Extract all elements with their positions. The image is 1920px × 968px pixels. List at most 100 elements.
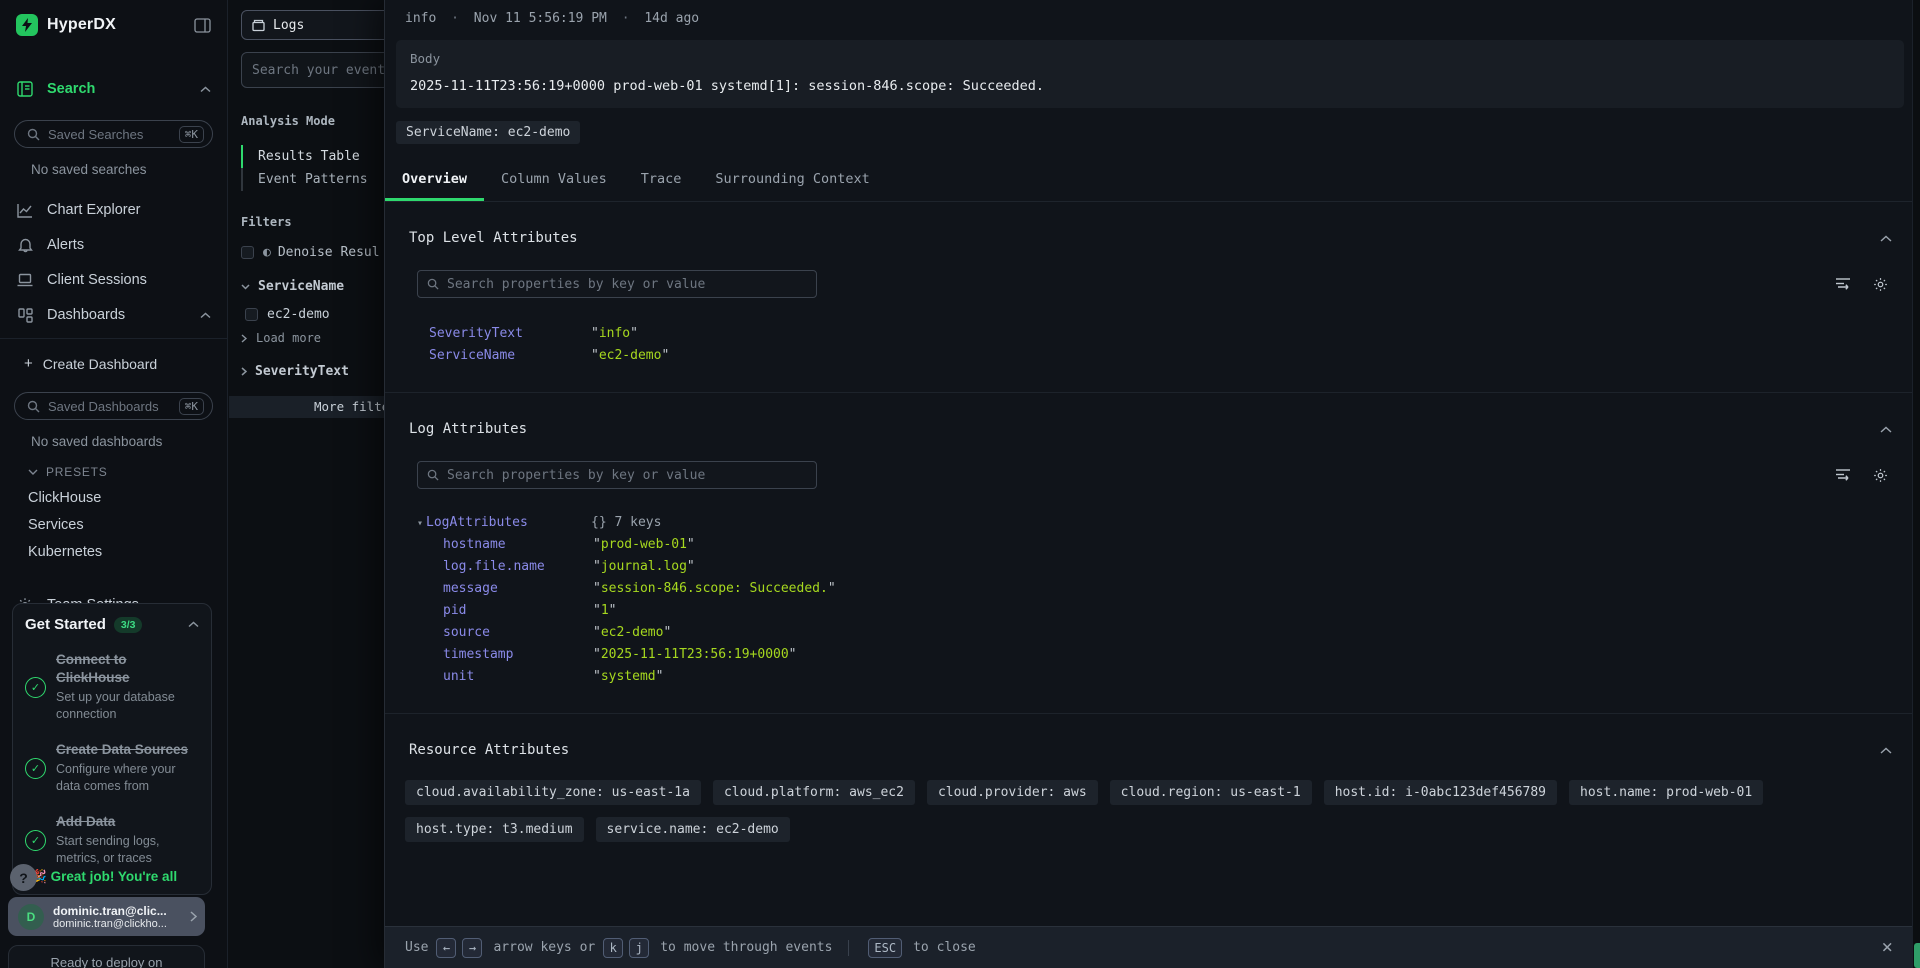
sidebar-item-alerts[interactable]: Alerts: [0, 234, 227, 256]
log-attributes-root[interactable]: ▾LogAttributes {} 7 keys: [417, 515, 1904, 530]
wrap-lines-icon[interactable]: [1835, 468, 1851, 483]
get-started-item[interactable]: ✓ Create Data Sources Configure where yo…: [25, 741, 199, 795]
attribute-key[interactable]: log.file.name: [443, 559, 593, 574]
denoise-filter-row[interactable]: ◐ Denoise Resul: [241, 245, 385, 260]
scrollbar-gutter[interactable]: [1912, 0, 1920, 968]
attribute-row[interactable]: hostname "prod-web-01": [443, 533, 1904, 555]
preset-item[interactable]: Kubernetes: [0, 544, 227, 560]
tab-trace[interactable]: Trace: [624, 161, 699, 201]
wrap-lines-icon[interactable]: [1835, 277, 1851, 292]
attribute-key[interactable]: ServiceName: [429, 348, 591, 363]
resource-chip[interactable]: cloud.region: us-east-1: [1110, 780, 1312, 805]
attribute-value[interactable]: "prod-web-01": [593, 537, 1904, 552]
presets-toggle[interactable]: PRESETS: [0, 465, 227, 479]
attribute-row[interactable]: unit "systemd": [443, 665, 1904, 687]
event-header: info · Nov 11 5:56:19 PM · 14d ago: [405, 11, 1920, 26]
sidebar-item-client-sessions[interactable]: Client Sessions: [0, 269, 227, 291]
tab-surrounding-context[interactable]: Surrounding Context: [698, 161, 886, 201]
resource-chip[interactable]: cloud.provider: aws: [927, 780, 1098, 805]
ec2-demo-checkbox[interactable]: [245, 308, 258, 321]
attribute-value[interactable]: "1": [593, 603, 1904, 618]
saved-dashboards-input[interactable]: Saved Dashboards ⌘K: [14, 392, 213, 420]
sidebar-item-search[interactable]: Search: [0, 78, 227, 100]
filter-group-severitytext[interactable]: SeverityText: [241, 364, 385, 379]
preset-item[interactable]: Services: [0, 517, 227, 533]
attribute-value[interactable]: "journal.log": [593, 559, 1904, 574]
body-card: Body 2025-11-11T23:56:19+0000 prod-web-0…: [396, 40, 1904, 108]
logs-source-icon: [252, 19, 265, 32]
attribute-value[interactable]: "systemd": [593, 669, 1904, 684]
collapse-section-icon[interactable]: [1880, 235, 1904, 242]
chevron-up-icon[interactable]: [188, 621, 199, 628]
plus-icon: +: [24, 355, 33, 372]
collapse-section-icon[interactable]: [1880, 426, 1904, 433]
service-name-chip[interactable]: ServiceName: ec2-demo: [396, 121, 580, 144]
resource-chip[interactable]: host.type: t3.medium: [405, 817, 584, 842]
resource-chip[interactable]: host.name: prod-web-01: [1569, 780, 1763, 805]
sidebar-collapse-icon[interactable]: [194, 18, 211, 33]
attribute-key[interactable]: timestamp: [443, 647, 593, 662]
attribute-key[interactable]: message: [443, 581, 593, 596]
deploy-teaser-card[interactable]: Ready to deploy on: [8, 945, 205, 968]
divider: [0, 338, 227, 339]
filter-value-ec2-demo[interactable]: ec2-demo: [241, 307, 385, 322]
resource-chip[interactable]: cloud.availability_zone: us-east-1a: [405, 780, 701, 805]
attribute-row[interactable]: timestamp "2025-11-11T23:56:19+0000": [443, 643, 1904, 665]
create-dashboard-button[interactable]: + Create Dashboard: [0, 355, 227, 372]
more-filters-button[interactable]: More filte: [229, 396, 385, 418]
mode-event-patterns[interactable]: Event Patterns: [241, 168, 385, 191]
attribute-row[interactable]: SeverityText "info": [429, 322, 1904, 344]
event-search-input[interactable]: Search your event: [241, 52, 385, 88]
preset-item[interactable]: ClickHouse: [0, 490, 227, 506]
attribute-key[interactable]: SeverityText: [429, 326, 591, 341]
filters-label: Filters: [241, 215, 385, 229]
mode-results-table[interactable]: Results Table: [241, 145, 385, 168]
attribute-key[interactable]: pid: [443, 603, 593, 618]
properties-search-input[interactable]: Search properties by key or value: [417, 461, 817, 489]
properties-search-input[interactable]: Search properties by key or value: [417, 270, 817, 298]
attribute-value[interactable]: "info": [591, 326, 1904, 341]
no-saved-dashboards-text: No saved dashboards: [0, 434, 227, 449]
source-selector-button[interactable]: Logs: [241, 10, 385, 40]
attribute-key[interactable]: source: [443, 625, 593, 640]
help-button[interactable]: ?: [10, 864, 37, 891]
attribute-key[interactable]: LogAttributes: [426, 515, 528, 530]
resource-chip[interactable]: cloud.platform: aws_ec2: [713, 780, 915, 805]
settings-gear-icon[interactable]: [1873, 468, 1888, 483]
sidebar-item-dashboards[interactable]: Dashboards: [0, 304, 227, 326]
attribute-row[interactable]: pid "1": [443, 599, 1904, 621]
saved-searches-input[interactable]: Saved Searches ⌘K: [14, 120, 213, 148]
tab-column-values[interactable]: Column Values: [484, 161, 624, 201]
attribute-row[interactable]: message "session-846.scope: Succeeded.": [443, 577, 1904, 599]
chevron-up-icon[interactable]: [200, 86, 211, 93]
denoise-checkbox[interactable]: [241, 246, 254, 259]
get-started-item[interactable]: ✓ Add Data Start sending logs, metrics, …: [25, 813, 199, 867]
tree-caret-icon[interactable]: ▾: [417, 518, 423, 529]
resource-attribute-chips: cloud.availability_zone: us-east-1a cloud…: [405, 780, 1885, 842]
attribute-row[interactable]: ServiceName "ec2-demo": [429, 344, 1904, 366]
load-more-button[interactable]: Load more: [241, 331, 385, 345]
attribute-value[interactable]: "ec2-demo": [591, 348, 1904, 363]
collapse-section-icon[interactable]: [1880, 747, 1904, 754]
user-account-card[interactable]: D dominic.tran@clic... dominic.tran@clic…: [8, 897, 205, 936]
get-started-item[interactable]: ✓ Connect to ClickHouse Set up your data…: [25, 651, 199, 723]
close-drawer-icon[interactable]: ×: [1882, 938, 1901, 957]
check-circle-icon: ✓: [25, 758, 46, 779]
attribute-value[interactable]: "ec2-demo": [593, 625, 1904, 640]
footer-text: to move through events: [660, 940, 832, 955]
attribute-row[interactable]: log.file.name "journal.log": [443, 555, 1904, 577]
tab-overview[interactable]: Overview: [385, 161, 484, 201]
settings-gear-icon[interactable]: [1873, 277, 1888, 292]
resource-chip[interactable]: service.name: ec2-demo: [596, 817, 790, 842]
resource-chip[interactable]: host.id: i-0abc123def456789: [1324, 780, 1557, 805]
filter-group-servicename[interactable]: ServiceName: [241, 279, 385, 294]
chevron-up-icon[interactable]: [200, 312, 211, 319]
attribute-key[interactable]: hostname: [443, 537, 593, 552]
sidebar-item-chart-explorer[interactable]: Chart Explorer: [0, 199, 227, 221]
attribute-key[interactable]: unit: [443, 669, 593, 684]
attribute-row[interactable]: source "ec2-demo": [443, 621, 1904, 643]
attribute-value[interactable]: "session-846.scope: Succeeded.": [593, 581, 1904, 596]
attribute-value[interactable]: "2025-11-11T23:56:19+0000": [593, 647, 1904, 662]
footer-text: arrow keys or: [493, 940, 595, 955]
event-age: 14d ago: [644, 11, 699, 26]
